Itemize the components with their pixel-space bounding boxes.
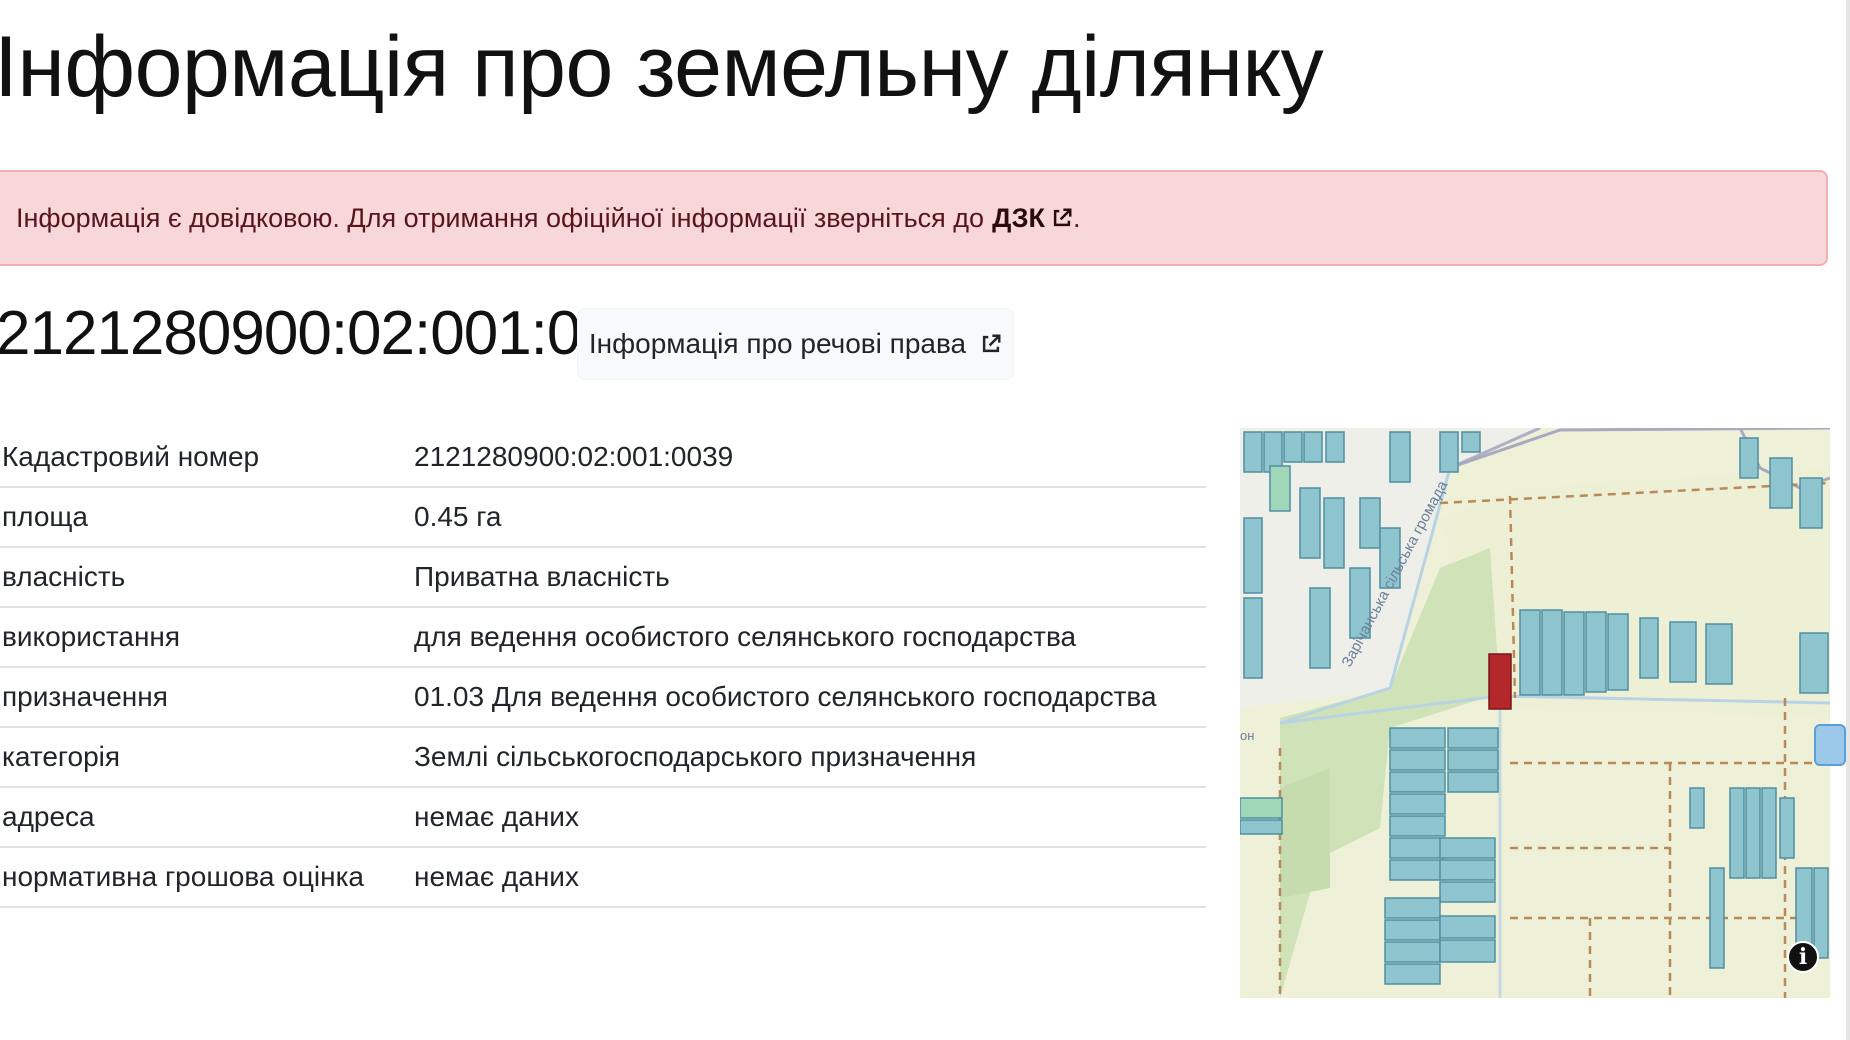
external-link-icon: [1053, 208, 1072, 226]
row-value: для ведення особистого селянського госпо…: [406, 607, 1206, 668]
page-title: Інформація про земельну ділянку: [0, 19, 1324, 115]
reference-info-alert: Інформація є довідковою. Для отримання о…: [0, 170, 1828, 266]
table-row: площа 0.45 га: [0, 487, 1206, 548]
row-label: категорія: [0, 727, 406, 788]
table-row: власність Приватна власність: [0, 547, 1206, 608]
table-row: адреса немає даних: [0, 787, 1206, 848]
cadastral-map[interactable]: Зарічанська сільська громада он: [1240, 428, 1830, 998]
parcel-details-table: Кадастровий номер 2121280900:02:001:0039 …: [0, 428, 1206, 908]
row-label: призначення: [0, 667, 406, 728]
table-row: Кадастровий номер 2121280900:02:001:0039: [0, 428, 1206, 488]
map-edge-label: он: [1240, 728, 1254, 743]
property-rights-label[interactable]: Інформація про речові права: [589, 328, 966, 360]
row-value: Землі сільськогосподарського призначення: [406, 727, 1206, 788]
layers-icon[interactable]: [1814, 724, 1846, 766]
table-row: нормативна грошова оцінка немає даних: [0, 847, 1206, 908]
row-label: нормативна грошова оцінка: [0, 847, 406, 908]
row-value: немає даних: [406, 847, 1206, 908]
row-label: Кадастровий номер: [0, 428, 406, 488]
row-value: 01.03 Для ведення особистого селянського…: [406, 667, 1206, 728]
property-rights-button[interactable]: Інформація про речові права: [577, 308, 1014, 380]
dzk-link-label[interactable]: ДЗК: [992, 203, 1045, 233]
row-label: адреса: [0, 787, 406, 848]
scrollbar[interactable]: [1846, 0, 1850, 1040]
vegetation-area: [1280, 768, 1330, 898]
row-value: Приватна власність: [406, 547, 1206, 608]
table-row: призначення 01.03 Для ведення особистого …: [0, 667, 1206, 728]
row-label: площа: [0, 487, 406, 548]
table-row: категорія Землі сільськогосподарського пр…: [0, 727, 1206, 788]
info-icon[interactable]: i: [1787, 941, 1819, 973]
dzk-link[interactable]: ДЗК: [992, 203, 1073, 234]
map-canvas[interactable]: Зарічанська сільська громада он: [1240, 428, 1830, 998]
row-value: немає даних: [406, 787, 1206, 848]
selected-parcel[interactable]: [1488, 653, 1512, 710]
table-row: використання для ведення особистого селян…: [0, 607, 1206, 668]
alert-suffix: .: [1073, 202, 1081, 233]
external-link-icon: [982, 334, 1001, 353]
row-value: 2121280900:02:001:0039: [406, 428, 1206, 488]
row-label: власність: [0, 547, 406, 608]
alert-text: Інформація є довідковою. Для отримання о…: [16, 202, 985, 233]
row-value: 0.45 га: [406, 487, 1206, 548]
row-label: використання: [0, 607, 406, 668]
